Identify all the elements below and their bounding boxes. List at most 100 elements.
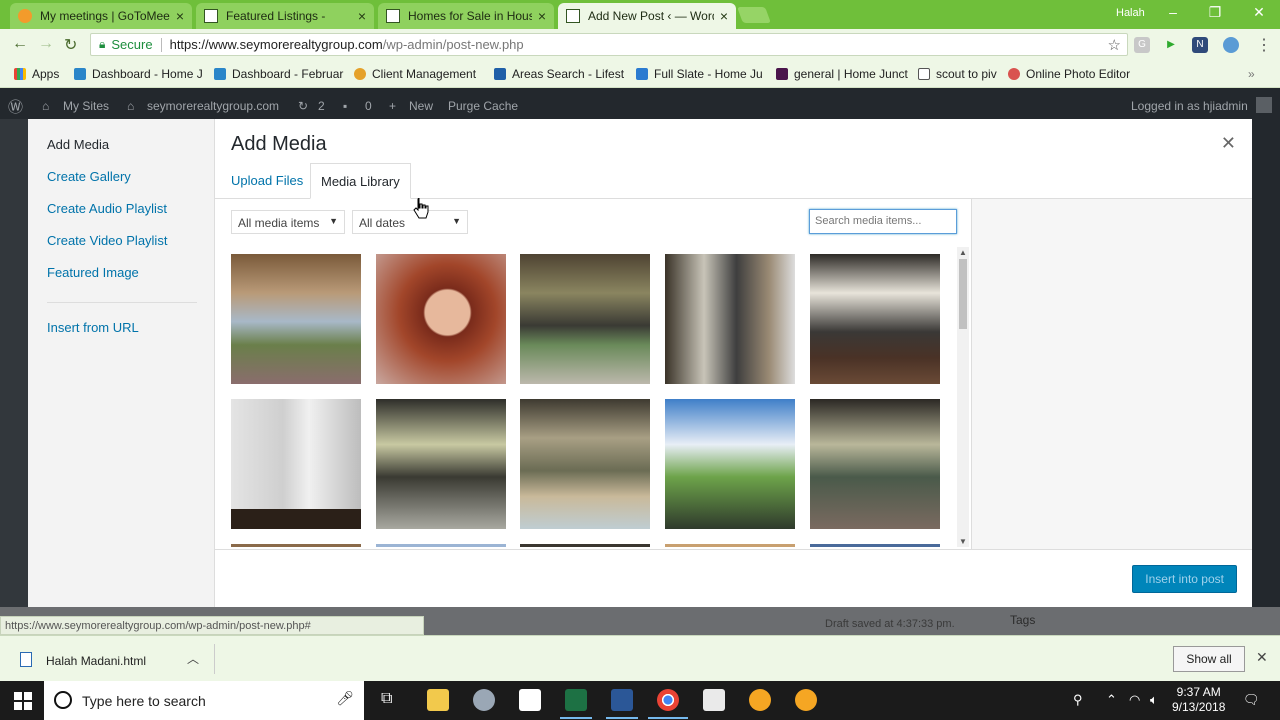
bookmark-dashboard-february[interactable]: Dashboard - Februar — [214, 67, 343, 81]
new-content-link[interactable]: New — [409, 99, 433, 113]
word-icon[interactable] — [611, 689, 633, 711]
media-thumbnail[interactable] — [231, 544, 361, 547]
avatar[interactable] — [1256, 97, 1272, 113]
menu-create-video-playlist[interactable]: Create Video Playlist — [47, 233, 167, 248]
media-thumbnail[interactable] — [231, 399, 361, 529]
people-icon[interactable]: ⚲ — [1073, 692, 1083, 708]
close-icon[interactable]: × — [538, 8, 546, 24]
file-explorer-icon[interactable] — [427, 689, 449, 711]
bookmark-dashboard-home[interactable]: Dashboard - Home J — [74, 67, 203, 81]
tab-featured-listings[interactable]: Featured Listings - × — [196, 3, 374, 29]
media-thumbnail[interactable] — [376, 399, 506, 529]
draft-saved-status: Draft saved at 4:37:33 pm. — [825, 618, 955, 630]
minimize-icon[interactable]: – — [1158, 4, 1188, 20]
menu-featured-image[interactable]: Featured Image — [47, 265, 139, 280]
system-clock[interactable]: 9:37 AM 9/13/2018 — [1172, 685, 1225, 715]
windows-start-icon[interactable] — [14, 692, 32, 710]
profile-name[interactable]: Halah — [1116, 7, 1145, 19]
star-icon[interactable]: ☆ — [1108, 36, 1121, 54]
lock-icon: 🔒︎ — [99, 37, 106, 51]
media-thumbnail[interactable] — [665, 399, 795, 529]
menu-create-gallery[interactable]: Create Gallery — [47, 169, 131, 184]
media-thumbnail[interactable] — [665, 544, 795, 547]
grammarly-extension-icon[interactable]: G — [1134, 37, 1150, 53]
media-thumbnail[interactable] — [231, 254, 361, 384]
reload-icon[interactable]: ↻ — [64, 35, 77, 55]
bookmark-general-slack[interactable]: general | Home Junct — [776, 67, 908, 81]
taskbar-search-box[interactable]: Type here to search 🎤︎ — [44, 681, 364, 720]
cloud-app-icon[interactable] — [473, 689, 495, 711]
close-icon[interactable]: ✕ — [1256, 649, 1268, 666]
microphone-icon[interactable]: 🎤︎ — [336, 690, 354, 707]
scrollbar-thumb[interactable] — [959, 259, 967, 329]
scroll-down-icon[interactable]: ▼ — [959, 537, 967, 546]
purge-cache-link[interactable]: Purge Cache — [448, 99, 518, 113]
n-extension-icon[interactable]: N — [1192, 37, 1208, 53]
gotomeeting-icon[interactable] — [749, 689, 771, 711]
close-icon[interactable]: × — [720, 8, 728, 24]
media-thumbnail[interactable] — [520, 254, 650, 384]
tab-upload-files[interactable]: Upload Files — [221, 163, 313, 199]
media-thumbnail[interactable] — [810, 399, 940, 529]
menu-add-media[interactable]: Add Media — [47, 137, 109, 152]
chevron-up-icon[interactable]: ︿ — [187, 650, 199, 667]
task-view-icon[interactable]: ⧉ — [381, 690, 392, 708]
close-icon[interactable]: × — [358, 8, 366, 24]
restore-icon[interactable]: ❐ — [1200, 4, 1230, 21]
new-tab-button[interactable] — [737, 7, 771, 23]
menu-kebab-icon[interactable]: ⋮ — [1256, 35, 1272, 55]
media-thumbnail[interactable] — [520, 544, 650, 547]
play-extension-icon[interactable]: ▶ — [1163, 37, 1179, 53]
bookmark-full-slate[interactable]: Full Slate - Home Ju — [636, 67, 763, 81]
site-name-link[interactable]: seymorerealtygroup.com — [147, 99, 279, 113]
bookmark-areas-search[interactable]: Areas Search - Lifest — [494, 67, 624, 81]
media-thumbnail[interactable] — [665, 254, 795, 384]
excel-icon[interactable] — [565, 689, 587, 711]
media-thumbnail[interactable] — [810, 544, 940, 547]
back-arrow-icon[interactable]: ← — [12, 35, 28, 53]
logged-in-user[interactable]: Logged in as hjiadmin — [1131, 99, 1248, 113]
bookmark-scout[interactable]: scout to piv — [918, 67, 997, 81]
close-icon[interactable]: × — [176, 8, 184, 24]
bookmark-client-management[interactable]: Client Management — [354, 67, 476, 81]
media-date-filter[interactable]: All dates ▼ — [352, 210, 468, 234]
gotomeeting-icon[interactable] — [795, 689, 817, 711]
menu-insert-from-url[interactable]: Insert from URL — [47, 320, 139, 335]
address-bar[interactable]: 🔒︎ Secure https://www.seymorerealtygroup… — [90, 33, 1128, 56]
attachments-scrollbar[interactable]: ▲ ▼ — [957, 247, 969, 547]
media-thumbnail[interactable] — [520, 399, 650, 529]
notepad-icon[interactable] — [519, 689, 541, 711]
notifications-icon[interactable]: 🗨︎ — [1243, 692, 1260, 708]
wifi-icon[interactable]: ◠ — [1129, 692, 1140, 708]
window-close-icon[interactable]: ✕ — [1244, 4, 1274, 21]
download-item[interactable]: Halah Madani.html — [46, 654, 146, 668]
forward-arrow-icon[interactable]: → — [38, 35, 54, 53]
media-type-filter[interactable]: All media items ▼ — [231, 210, 345, 234]
media-thumbnail[interactable] — [376, 254, 506, 384]
insert-into-post-button[interactable]: Insert into post — [1132, 565, 1237, 593]
tab-homes-for-sale[interactable]: Homes for Sale in Houston × — [378, 3, 554, 29]
bookmark-apps[interactable]: Apps — [14, 67, 59, 81]
tab-media-library[interactable]: Media Library — [310, 163, 411, 199]
media-thumbnail[interactable] — [810, 254, 940, 384]
wordpress-logo-icon[interactable]: Ⓦ — [8, 96, 23, 117]
my-sites-link[interactable]: My Sites — [63, 99, 109, 113]
media-thumbnail[interactable] — [376, 544, 506, 547]
omnibox-divider — [160, 37, 162, 52]
close-icon[interactable]: ✕ — [1221, 133, 1236, 154]
show-all-button[interactable]: Show all — [1173, 646, 1245, 672]
bookmark-photo-editor[interactable]: Online Photo Editor — [1008, 67, 1130, 81]
volume-icon[interactable]: 🔈︎ — [1150, 692, 1158, 708]
comments-count[interactable]: 0 — [365, 99, 372, 113]
chrome-icon[interactable] — [657, 689, 679, 711]
circle-extension-icon[interactable] — [1223, 37, 1239, 53]
menu-create-audio-playlist[interactable]: Create Audio Playlist — [47, 201, 167, 216]
media-search-input[interactable]: Search media items... — [809, 209, 957, 234]
more-bookmarks-icon[interactable]: » — [1248, 67, 1255, 81]
scroll-up-icon[interactable]: ▲ — [959, 248, 967, 257]
video-editor-icon[interactable] — [703, 689, 725, 711]
chevron-up-icon[interactable]: ⌃ — [1106, 692, 1117, 708]
updates-count[interactable]: 2 — [318, 99, 325, 113]
tab-add-new-post[interactable]: Add New Post ‹ — WordPress × — [558, 3, 736, 29]
tab-gotomeeting[interactable]: My meetings | GoToMeeting × — [10, 3, 192, 29]
